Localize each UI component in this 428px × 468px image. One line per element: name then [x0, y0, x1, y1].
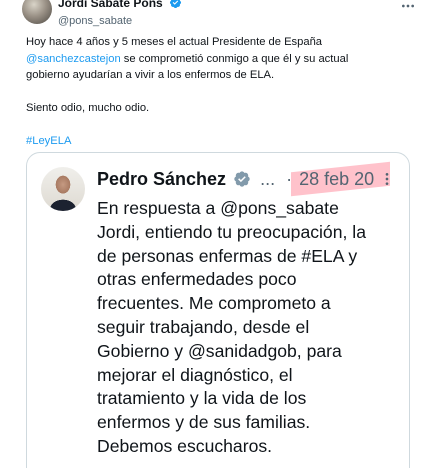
avatar[interactable] [22, 0, 52, 24]
quoted-line: mejorar el diagnóstico, el [97, 364, 293, 385]
quoted-handle-truncated: ... [260, 169, 276, 189]
hashtag-link[interactable]: #LeyELA [26, 135, 71, 147]
tweet: Jordi Sabaté Pons @pons_sabate Hoy hace … [0, 0, 428, 468]
verified-icon [233, 170, 251, 193]
mention-link[interactable]: @sanchezcastejon [26, 53, 121, 65]
quoted-line: Gobierno y @sanidadgob, para [97, 340, 342, 361]
author-display-name[interactable]: Jordi Sabaté Pons [58, 0, 163, 10]
quoted-line: enfermos y de sus familias. [97, 412, 311, 433]
quoted-header: Pedro Sánchez ... · 28 feb 20 [97, 161, 391, 197]
verified-icon [169, 0, 182, 14]
quoted-line: frecuentes. Me comprometo a [97, 293, 331, 314]
tweet-header: Jordi Sabaté Pons @pons_sabate [22, 0, 422, 27]
author-names: Jordi Sabaté Pons @pons_sabate [58, 0, 182, 27]
quoted-line: Debemos escucharos. [97, 435, 273, 456]
quoted-date[interactable]: 28 feb 20 [291, 161, 391, 197]
quoted-line: En respuesta a @pons_sabate [97, 198, 339, 218]
tweet-line: @sanchezcastejon se comprometió conmigo … [26, 51, 406, 68]
quoted-display-name[interactable]: Pedro Sánchez [97, 169, 226, 189]
quoted-line: de personas enfermas de #ELA y [97, 245, 358, 266]
quoted-line: tratamiento y la vida de los [97, 388, 307, 409]
quoted-line: seguir trabajando, desde el [97, 316, 310, 337]
quoted-avatar[interactable] [41, 167, 85, 211]
tweet-text: Hoy hace 4 años y 5 meses el actual Pres… [26, 34, 406, 150]
quoted-line: otras enfermedades poco [97, 269, 297, 290]
more-icon[interactable] [400, 0, 416, 17]
quoted-tweet[interactable]: Pedro Sánchez ... · 28 feb 20 En respues… [26, 152, 410, 468]
tweet-line-rest: se comprometió conmigo a que él y su act… [120, 52, 349, 65]
tweet-line: Siento odio, mucho odio. [26, 102, 150, 114]
quoted-line: Jordi, entiendo tu preocupación, la [97, 221, 366, 242]
author-handle[interactable]: @pons_sabate [58, 15, 182, 27]
tweet-line: Hoy hace 4 años y 5 meses el actual Pres… [26, 36, 323, 48]
quoted-text: En respuesta a @pons_sabate Jordi, entie… [97, 197, 402, 459]
tweet-line: gobierno ayudarían a vivir a los enfermo… [26, 69, 275, 81]
more-icon[interactable] [379, 171, 395, 192]
